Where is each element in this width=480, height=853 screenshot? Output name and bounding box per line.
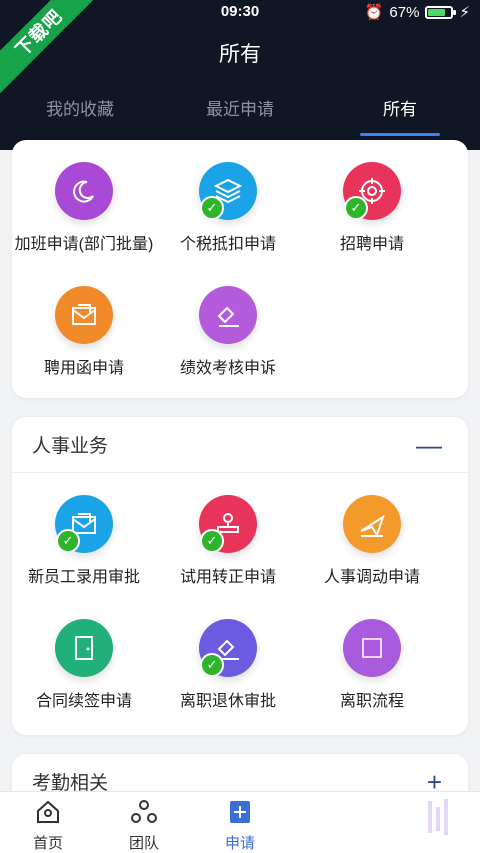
hr-item-0[interactable]: ✓ 新员工录用审批 bbox=[12, 473, 156, 597]
alarm-icon: ⏰ bbox=[364, 4, 384, 21]
collapse-icon[interactable]: — bbox=[416, 432, 442, 458]
hr-item-2[interactable]: 人事调动申请 bbox=[300, 473, 444, 597]
check-badge-icon: ✓ bbox=[200, 653, 224, 677]
tab-favorites[interactable]: 我的收藏 bbox=[0, 96, 160, 136]
team-icon bbox=[131, 800, 157, 823]
general-item-4[interactable]: 绩效考核申诉 bbox=[156, 264, 300, 388]
check-badge-icon: ✓ bbox=[200, 529, 224, 553]
general-item-label: 绩效考核申诉 bbox=[179, 360, 276, 377]
general-item-label: 招聘申请 bbox=[339, 236, 404, 253]
section-hr-title: 人事业务 bbox=[32, 436, 109, 457]
apply-icon bbox=[230, 801, 250, 823]
bottom-nav: 首页 团队 申请 bbox=[0, 791, 480, 853]
nav-home-label: 首页 bbox=[32, 835, 63, 852]
hr-item-label: 合同续签申请 bbox=[35, 693, 132, 710]
page-title: 所有 bbox=[219, 43, 261, 66]
check-badge-icon: ✓ bbox=[56, 529, 80, 553]
general-item-0[interactable]: 加班申请(部门批量) bbox=[12, 140, 156, 264]
moon-icon bbox=[55, 162, 113, 220]
home-icon bbox=[37, 800, 59, 823]
check-badge-icon: ✓ bbox=[344, 196, 368, 220]
status-right: ⏰ 67% ⚡ bbox=[364, 3, 470, 22]
hr-item-1[interactable]: ✓ 试用转正申请 bbox=[156, 473, 300, 597]
hr-item-5[interactable]: 离职流程 bbox=[300, 597, 444, 721]
nav-team[interactable]: 团队 bbox=[96, 792, 192, 853]
nav-home[interactable]: 首页 bbox=[0, 792, 96, 853]
tab-recent[interactable]: 最近申请 bbox=[160, 96, 320, 136]
general-item-2[interactable]: ✓ 招聘申请 bbox=[300, 140, 444, 264]
charging-icon: ⚡ bbox=[459, 4, 470, 21]
hr-item-label: 试用转正申请 bbox=[179, 569, 276, 586]
side-decoration-icon bbox=[428, 799, 448, 835]
header: 下载吧 09:30 ⏰ 67% ⚡ 所有 我的收藏 最近申请 所有 bbox=[0, 0, 480, 150]
tab-all[interactable]: 所有 bbox=[320, 96, 480, 136]
hr-item-label: 离职退休审批 bbox=[179, 693, 276, 710]
general-item-1[interactable]: ✓ 个税抵扣申请 bbox=[156, 140, 300, 264]
nav-team-label: 团队 bbox=[128, 835, 159, 852]
hammer-icon bbox=[199, 286, 257, 344]
hr-item-4[interactable]: ✓ 离职退休审批 bbox=[156, 597, 300, 721]
general-item-label: 加班申请(部门批量) bbox=[14, 236, 154, 253]
envelope-icon bbox=[55, 286, 113, 344]
tab-bar: 我的收藏 最近申请 所有 bbox=[0, 96, 480, 136]
hr-item-label: 离职流程 bbox=[339, 693, 404, 710]
general-item-3[interactable]: 聘用函申请 bbox=[12, 264, 156, 388]
hr-item-3[interactable]: 合同续签申请 bbox=[12, 597, 156, 721]
nav-apply-label: 申请 bbox=[224, 835, 255, 852]
general-item-label: 聘用函申请 bbox=[43, 360, 124, 377]
battery-text: 67% bbox=[389, 3, 420, 21]
section-hr-header[interactable]: 人事业务 — bbox=[12, 417, 468, 473]
hr-item-label: 新员工录用审批 bbox=[27, 569, 140, 586]
hr-item-label: 人事调动申请 bbox=[323, 569, 420, 586]
battery-icon bbox=[425, 5, 457, 19]
square-icon bbox=[343, 619, 401, 677]
nav-apply[interactable]: 申请 bbox=[192, 792, 288, 853]
door-icon bbox=[55, 619, 113, 677]
plane-icon bbox=[343, 495, 401, 553]
section-general: 加班申请(部门批量) ✓ 个税抵扣申请 ✓ 招聘申请聘用函申请 绩效考核申诉 bbox=[12, 140, 468, 398]
section-hr: 人事业务 — ✓ 新员工录用审批 ✓ 试用转正申请 人事调动申请合同续签申请 ✓ 离职退休审… bbox=[12, 417, 468, 735]
status-bar: 09:30 ⏰ 67% ⚡ bbox=[0, 0, 480, 24]
check-badge-icon: ✓ bbox=[200, 196, 224, 220]
general-item-label: 个税抵扣申请 bbox=[179, 236, 276, 253]
